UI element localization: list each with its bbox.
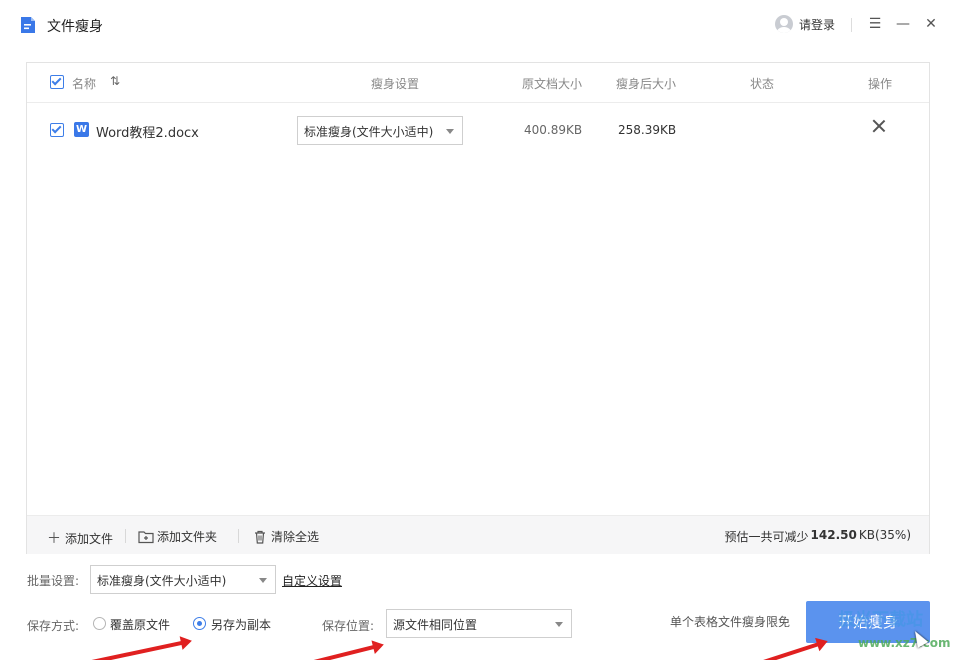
- header-action: 操作: [868, 77, 893, 91]
- header-new-size: 瘦身后大小: [616, 77, 677, 91]
- chevron-down-icon: [555, 622, 563, 627]
- chevron-down-icon: [446, 129, 454, 134]
- table-header: 名称 ⇅ 瘦身设置 原文档大小 瘦身后大小 状态 操作: [27, 63, 929, 103]
- save-mode-label: 保存方式:: [27, 619, 80, 633]
- clear-all-button[interactable]: 清除全选: [253, 528, 319, 545]
- annotation-arrow: [288, 644, 379, 660]
- overwrite-radio[interactable]: [93, 617, 106, 630]
- new-size: 258.39KB: [618, 123, 677, 137]
- word-doc-icon: W: [74, 122, 89, 137]
- table-row: W Word教程2.docx 标准瘦身(文件大小适中) 400.89KB 258…: [27, 107, 929, 147]
- overwrite-label[interactable]: 覆盖原文件: [110, 616, 170, 633]
- login-button[interactable]: 请登录: [775, 15, 835, 33]
- annotation-arrow: [76, 640, 187, 660]
- list-toolbar: ＋ 添加文件 添加文件夹 清除全选 预估一共可减少 142.50 KB(35%): [27, 515, 929, 554]
- avatar-icon: [775, 15, 793, 33]
- save-location-label: 保存位置:: [322, 619, 375, 633]
- save-copy-radio[interactable]: [193, 617, 206, 630]
- file-list-panel: 名称 ⇅ 瘦身设置 原文档大小 瘦身后大小 状态 操作 W Word教程2.do…: [26, 62, 930, 554]
- clear-all-label: 清除全选: [271, 530, 320, 544]
- header-setting: 瘦身设置: [371, 77, 420, 91]
- watermark: 极光下载站: [838, 610, 923, 630]
- select-all-checkbox[interactable]: [50, 75, 64, 89]
- row-setting-value: 标准瘦身(文件大小适中): [304, 125, 434, 139]
- add-file-label: 添加文件: [65, 531, 114, 546]
- add-file-button[interactable]: ＋ 添加文件: [47, 528, 113, 548]
- batch-setting-select[interactable]: 标准瘦身(文件大小适中): [90, 565, 276, 594]
- limit-note: 单个表格文件瘦身限免: [670, 615, 791, 629]
- folder-add-icon: [138, 530, 154, 543]
- save-copy-label[interactable]: 另存为副本: [211, 616, 271, 633]
- batch-setting-value: 标准瘦身(文件大小适中): [97, 574, 227, 588]
- save-location-select[interactable]: 源文件相同位置: [386, 609, 572, 638]
- file-name: Word教程2.docx: [96, 126, 199, 141]
- login-label: 请登录: [799, 17, 836, 32]
- remove-row-icon[interactable]: [870, 117, 888, 135]
- orig-size: 400.89KB: [524, 123, 583, 137]
- menu-icon[interactable]: ☰: [865, 14, 885, 34]
- batch-setting-label: 批量设置:: [27, 574, 80, 588]
- save-location-value: 源文件相同位置: [393, 618, 478, 632]
- header-status: 状态: [750, 77, 775, 91]
- app-title: 文件瘦身: [47, 19, 103, 35]
- trash-icon: [255, 530, 265, 544]
- toolbar-divider: [238, 529, 239, 543]
- close-icon[interactable]: ✕: [921, 14, 941, 34]
- estimate-suffix: KB(35%): [858, 528, 911, 542]
- minimize-icon[interactable]: —: [893, 14, 913, 34]
- estimate-prefix: 预估一共可减少: [724, 530, 809, 544]
- chevron-down-icon: [259, 578, 267, 583]
- estimate-value: 142.50: [810, 528, 857, 542]
- row-checkbox[interactable]: [50, 123, 64, 137]
- toolbar-divider: [125, 529, 126, 543]
- add-folder-label: 添加文件夹: [157, 530, 218, 544]
- add-folder-button[interactable]: 添加文件夹: [138, 528, 217, 545]
- header-name: 名称: [72, 77, 97, 91]
- title-bar: 文件瘦身 请登录 ☰ — ✕: [0, 0, 954, 50]
- row-setting-select[interactable]: 标准瘦身(文件大小适中): [297, 116, 463, 145]
- size-estimate: 预估一共可减少 142.50 KB(35%): [725, 528, 911, 545]
- header-orig-size: 原文档大小: [522, 77, 583, 91]
- titlebar-divider: [851, 18, 852, 32]
- sort-icon[interactable]: ⇅: [110, 74, 120, 88]
- annotation-arrow: [747, 641, 823, 660]
- plus-icon: ＋: [47, 531, 61, 547]
- watermark-url: www.xz7.com: [858, 636, 951, 650]
- app-logo-icon: [21, 17, 35, 33]
- custom-settings-link[interactable]: 自定义设置: [282, 572, 342, 589]
